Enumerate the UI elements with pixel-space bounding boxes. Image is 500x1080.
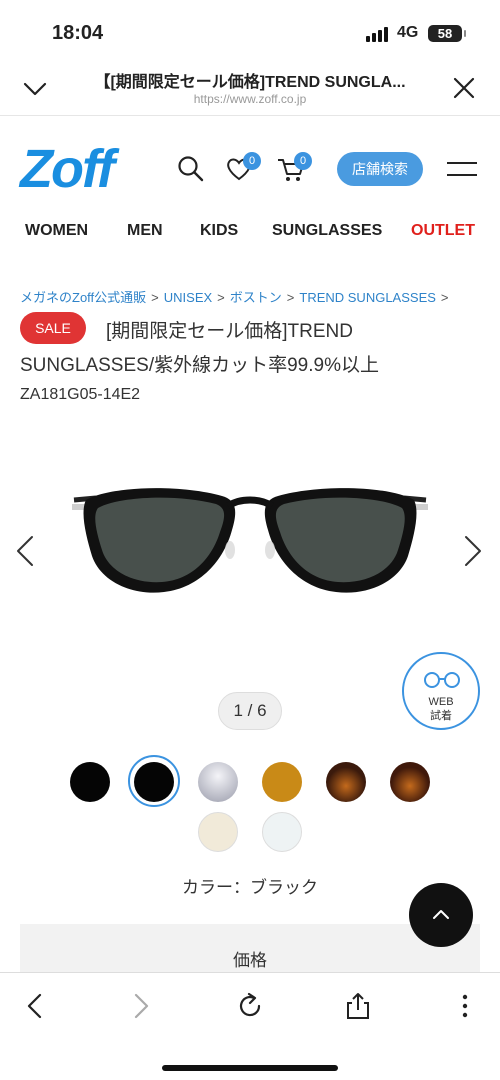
carousel-prev-icon[interactable] — [14, 534, 36, 568]
browser-url[interactable]: https://www.zoff.co.jp — [70, 92, 430, 106]
more-icon[interactable] — [450, 991, 480, 1021]
breadcrumb-separator: > — [286, 290, 295, 305]
network-type: 4G — [397, 24, 419, 41]
back-icon[interactable] — [20, 991, 50, 1021]
web-try-on-label: WEB — [428, 696, 454, 708]
chevron-down-icon[interactable] — [22, 76, 48, 102]
category-nav: WOMEN MEN KIDS SUNGLASSES OUTLET — [0, 222, 500, 246]
color-swatch-clear[interactable] — [262, 812, 302, 852]
site-header: Zoff 0 0 店舗検索 — [0, 140, 500, 200]
sale-badge: SALE — [20, 312, 86, 344]
price-label: 価格 — [233, 951, 267, 970]
breadcrumb-item[interactable]: メガネのZoff公式通販 — [20, 290, 146, 305]
back-to-top-button[interactable] — [409, 883, 473, 947]
signal-icon — [366, 26, 388, 42]
home-indicator — [162, 1065, 338, 1071]
reload-icon[interactable] — [235, 991, 265, 1021]
breadcrumb-item[interactable]: TREND SUNGLASSES — [299, 290, 436, 305]
image-pager: 1 / 6 — [218, 692, 282, 730]
store-search-button[interactable]: 店舗検索 — [337, 152, 423, 186]
favorites-count-badge: 0 — [243, 152, 261, 170]
site-logo[interactable]: Zoff — [20, 140, 115, 198]
breadcrumb-separator: > — [440, 290, 449, 305]
browser-toolbar — [0, 972, 500, 1080]
breadcrumb-separator: > — [217, 290, 225, 305]
status-time: 18:04 — [52, 22, 104, 44]
glasses-icon — [424, 672, 460, 688]
product-image[interactable] — [60, 470, 440, 620]
color-swatch-silver[interactable] — [198, 762, 238, 802]
product-code: ZA181G05-14E2 — [20, 386, 141, 403]
nav-sunglasses[interactable]: SUNGLASSES — [272, 222, 382, 240]
breadcrumb-item[interactable]: UNISEX — [164, 290, 212, 305]
web-try-on-label: 試着 — [430, 710, 452, 722]
color-swatch-ivory[interactable] — [198, 812, 238, 852]
status-bar: 18:04 4G 58 — [0, 0, 500, 60]
cart-count-badge: 0 — [294, 152, 312, 170]
nav-men[interactable]: MEN — [127, 222, 163, 240]
web-try-on-button[interactable]: WEB 試着 — [402, 652, 480, 730]
nav-outlet[interactable]: OUTLET — [411, 222, 475, 240]
breadcrumb-item[interactable]: ボストン — [230, 290, 282, 305]
close-icon[interactable] — [452, 76, 476, 100]
share-icon[interactable] — [343, 991, 373, 1021]
forward-icon[interactable] — [126, 991, 156, 1021]
search-icon[interactable] — [176, 154, 206, 184]
color-swatch-amber[interactable] — [262, 762, 302, 802]
product-title-line2: SUNGLASSES/紫外線カット率99.9%以上 — [20, 355, 379, 376]
carousel-next-icon[interactable] — [462, 534, 484, 568]
color-swatch-tortoise-2[interactable] — [390, 762, 430, 802]
color-swatch-black-1[interactable] — [70, 762, 110, 802]
browser-page-title: 【[期間限定セール価格]TREND SUNGLA... — [94, 74, 406, 91]
nav-kids[interactable]: KIDS — [200, 222, 238, 240]
menu-icon[interactable] — [446, 158, 478, 180]
nav-women[interactable]: WOMEN — [25, 222, 88, 240]
product-title-line1: [期間限定セール価格]TREND — [106, 321, 354, 342]
chevron-up-icon — [433, 910, 449, 919]
color-swatch-black-2[interactable] — [134, 762, 174, 802]
breadcrumb: メガネのZoff公式通販 > UNISEX > ボストン > TREND SUNGLASSE… — [20, 287, 490, 306]
battery-icon: 58 — [428, 25, 466, 42]
color-swatch-tortoise-1[interactable] — [326, 762, 366, 802]
browser-header: 【[期間限定セール価格]TREND SUNGLA... https://www.… — [0, 60, 500, 116]
breadcrumb-separator: > — [151, 290, 159, 305]
